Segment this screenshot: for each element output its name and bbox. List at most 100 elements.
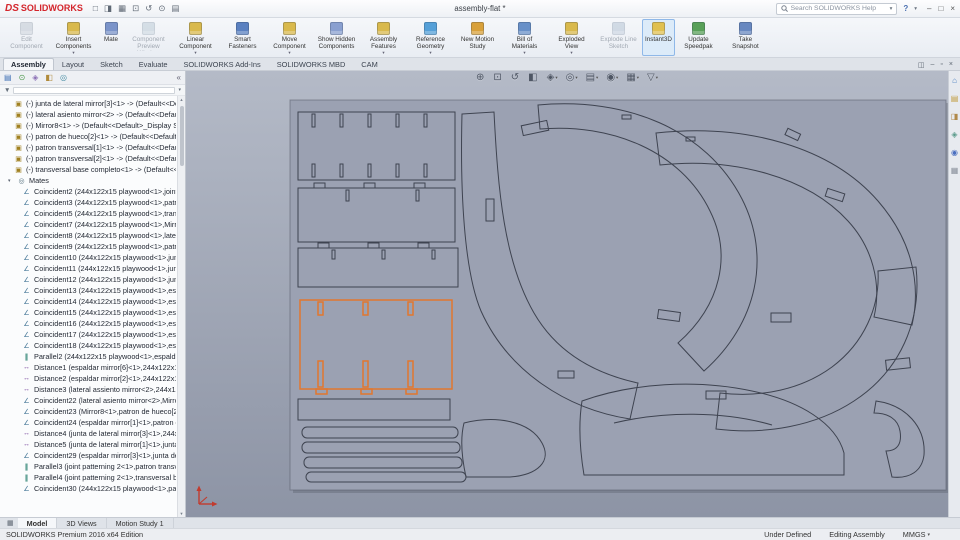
tab-assembly[interactable]: Assembly <box>3 58 54 70</box>
tree-component-row[interactable]: ▣ (-) junta de lateral mirror[3]<1> -> (… <box>0 98 176 109</box>
restore-button[interactable]: □ <box>938 4 943 13</box>
ribbon-button[interactable]: New Motion Study ▾ <box>454 19 501 56</box>
ribbon-button[interactable]: Insert Components ▾ <box>50 19 97 56</box>
display-style-icon[interactable]: ◎ ▾ <box>566 72 578 83</box>
tree-mate-row[interactable]: ∠ Coincident5 (244x122x15 playwood<1>,tr… <box>0 208 176 219</box>
filter-funnel-icon[interactable]: ▼ <box>4 87 10 94</box>
tab-sketch[interactable]: Sketch <box>92 58 131 70</box>
propertymanager-icon[interactable]: ⊙ <box>19 73 26 82</box>
tab-cam[interactable]: CAM <box>353 58 385 70</box>
bottom-tab-motion-study-1[interactable]: Motion Study 1 <box>107 518 174 528</box>
ribbon-button[interactable]: Reference Geometry ▾ <box>407 19 454 56</box>
ribbon-button[interactable]: Show Hidden Components ▾ <box>313 19 360 56</box>
ribbon-button[interactable]: Mate ▾ <box>97 19 125 56</box>
tree-mate-row[interactable]: ∠ Coincident13 (244x122x15 playwood<1>,e… <box>0 285 176 296</box>
ribbon-button[interactable]: Smart Fasteners ▾ <box>219 19 266 56</box>
dimxpertmanager-icon[interactable]: ◧ <box>45 73 53 82</box>
tab-evaluate[interactable]: Evaluate <box>131 58 176 70</box>
tree-component-row[interactable]: ▣ (-) transversal base completo<1> -> (D… <box>0 164 176 175</box>
previous-view-icon[interactable]: ↺ <box>511 72 520 83</box>
tree-mate-row[interactable]: ∠ Coincident12 (244x122x15 playwood<1>,j… <box>0 274 176 285</box>
tree-mate-row[interactable]: ∠ Coincident23 (Mirror8<1>,patron de hue… <box>0 406 176 417</box>
tree-mate-row[interactable]: ↔ Distance2 (espaldar mirror[2]<1>,244x1… <box>0 373 176 384</box>
collapse-panel-icon[interactable]: « <box>177 73 181 82</box>
tree-mate-row[interactable]: ∥ Parallel3 (joint patterning 2<1>,patro… <box>0 461 176 472</box>
configurationmanager-icon[interactable]: ◈ <box>32 73 38 82</box>
tree-mate-row[interactable]: ∠ Coincident15 (244x122x15 playwood<1>,e… <box>0 307 176 318</box>
ribbon-button[interactable]: Explode Line Sketch ▾ <box>595 19 642 56</box>
nested-parts-drawing[interactable] <box>186 71 948 517</box>
search-box[interactable]: ▾ <box>775 2 898 15</box>
tab-list-icon[interactable]: ▦ <box>3 518 18 528</box>
tree-mate-row[interactable]: ∠ Coincident24 (espaldar mirror[1]<1>,pa… <box>0 417 176 428</box>
viewport-split-icon[interactable]: ◫ <box>918 61 925 69</box>
tree-scrollbar[interactable]: ▲ ▼ <box>177 96 185 517</box>
tree-mate-row[interactable]: ∠ Coincident3 (244x122x15 playwood<1>,pa… <box>0 197 176 208</box>
displaymanager-icon[interactable]: ◎ <box>60 73 67 82</box>
ribbon-button[interactable]: Assembly Features ▾ <box>360 19 407 56</box>
zoom-fit-icon[interactable]: ⊕ <box>476 72 485 83</box>
open-file-icon[interactable]: ◨ <box>104 3 112 14</box>
undo-icon[interactable]: ↺ <box>145 3 152 14</box>
tree-component-row[interactable]: ▣ (-) Mirror8<1> -> (Default<<Default>_D… <box>0 120 176 131</box>
units-selector[interactable]: MMGS ▾ <box>903 530 930 539</box>
ribbon-button[interactable]: Instant3D ▾ <box>642 19 675 56</box>
solidworks-resources-icon[interactable]: ⌂ <box>952 76 957 85</box>
tree-mates-folder[interactable]: ▾ ◎ Mates <box>0 175 176 186</box>
viewport-restore-icon[interactable]: ▫ <box>940 61 942 69</box>
tree-mate-row[interactable]: ↔ Distance4 (junta de lateral mirror[3]<… <box>0 428 176 439</box>
tab-solidworks-mbd[interactable]: SOLIDWORKS MBD <box>269 58 354 70</box>
save-icon[interactable]: ▦ <box>118 3 126 14</box>
tree-mate-row[interactable]: ∥ Parallel4 (joint patterning 2<1>,trans… <box>0 472 176 483</box>
view-orientation-icon[interactable]: ◈ ▾ <box>547 72 558 83</box>
tree-mate-row[interactable]: ∥ Parallel2 (244x122x15 playwood<1>,espa… <box>0 351 176 362</box>
tree-mate-row[interactable]: ↔ Distance5 (junta de lateral mirror[1]<… <box>0 439 176 450</box>
scroll-thumb[interactable] <box>179 106 184 166</box>
featuremanager-tree-icon[interactable]: ▤ <box>4 73 12 82</box>
options-icon[interactable]: ▤ <box>171 3 179 14</box>
tree-mate-row[interactable]: ∠ Coincident30 (244x122x15 playwood<1>,p… <box>0 483 176 494</box>
tree-mate-row[interactable]: ∠ Coincident7 (244x122x15 playwood<1>,Mi… <box>0 219 176 230</box>
design-library-icon[interactable]: ▤ <box>951 94 959 103</box>
view-settings-icon[interactable]: ▽ ▾ <box>647 72 658 83</box>
tree-component-row[interactable]: ▣ (-) patron transversal[1]<1> -> (Defau… <box>0 142 176 153</box>
tree-mate-row[interactable]: ∠ Coincident22 (lateral asiento mirror<2… <box>0 395 176 406</box>
tree-mate-row[interactable]: ∠ Coincident11 (244x122x15 playwood<1>,j… <box>0 263 176 274</box>
viewport-minimize-icon[interactable]: – <box>931 61 935 69</box>
ribbon-button[interactable]: Bill of Materials ▾ <box>501 19 548 56</box>
tree-mate-row[interactable]: ↔ Distance3 (lateral assiento mirror<2>,… <box>0 384 176 395</box>
tree-mate-row[interactable]: ∠ Coincident14 (244x122x15 playwood<1>,e… <box>0 296 176 307</box>
tree-component-row[interactable]: ▣ (-) lateral asiento mirror<2> -> (Defa… <box>0 109 176 120</box>
tree-mate-row[interactable]: ∠ Coincident18 (244x122x15 playwood<1>,e… <box>0 340 176 351</box>
filter-input[interactable] <box>13 86 176 94</box>
tree-mate-row[interactable]: ∠ Coincident29 (espaldar mirror[3]<1>,ju… <box>0 450 176 461</box>
tree-mate-row[interactable]: ∠ Coincident9 (244x122x15 playwood<1>,pa… <box>0 241 176 252</box>
ribbon-button[interactable]: Move Component ▾ <box>266 19 313 56</box>
tree-mate-row[interactable]: ∠ Coincident16 (244x122x15 playwood<1>,e… <box>0 318 176 329</box>
ribbon-button[interactable]: Take Snapshot ▾ <box>722 19 769 56</box>
edit-appearance-icon[interactable]: ◉ ▾ <box>606 72 618 83</box>
ribbon-button[interactable]: Component Preview Window ▾ <box>125 19 172 56</box>
view-palette-icon[interactable]: ◈ <box>951 130 957 139</box>
viewport-close-icon[interactable]: × <box>949 61 953 69</box>
bottom-tab-model[interactable]: Model <box>17 518 58 528</box>
tree-component-row[interactable]: ▣ (-) patron de hueco[2]<1> -> (Default<… <box>0 131 176 142</box>
ribbon-button[interactable]: Edit Component ▾ <box>3 19 50 56</box>
file-explorer-icon[interactable]: ◨ <box>951 112 959 121</box>
ribbon-button[interactable]: Linear Component Pattern ▾ <box>172 19 219 56</box>
chevron-down-icon[interactable]: ▾ <box>178 87 181 93</box>
tree-component-row[interactable]: ▣ (-) patron transversal[2]<1> -> (Defau… <box>0 153 176 164</box>
section-view-icon[interactable]: ◧ <box>528 72 538 83</box>
help-icon[interactable]: ? <box>903 4 908 13</box>
chevron-down-icon[interactable]: ▾ <box>890 6 893 12</box>
expander-icon[interactable]: ▾ <box>8 178 14 184</box>
print-icon[interactable]: ⊡ <box>132 3 139 14</box>
rebuild-icon[interactable]: ⊙ <box>158 3 165 14</box>
ribbon-button[interactable]: Exploded View ▾ <box>548 19 595 56</box>
new-file-icon[interactable]: □ <box>93 3 98 14</box>
apply-scene-icon[interactable]: ▦ ▾ <box>626 72 639 83</box>
scroll-up-icon[interactable]: ▲ <box>180 97 184 102</box>
chevron-down-icon[interactable]: ▾ <box>914 6 917 12</box>
search-input[interactable] <box>790 5 887 12</box>
minimize-button[interactable]: – <box>927 4 931 13</box>
